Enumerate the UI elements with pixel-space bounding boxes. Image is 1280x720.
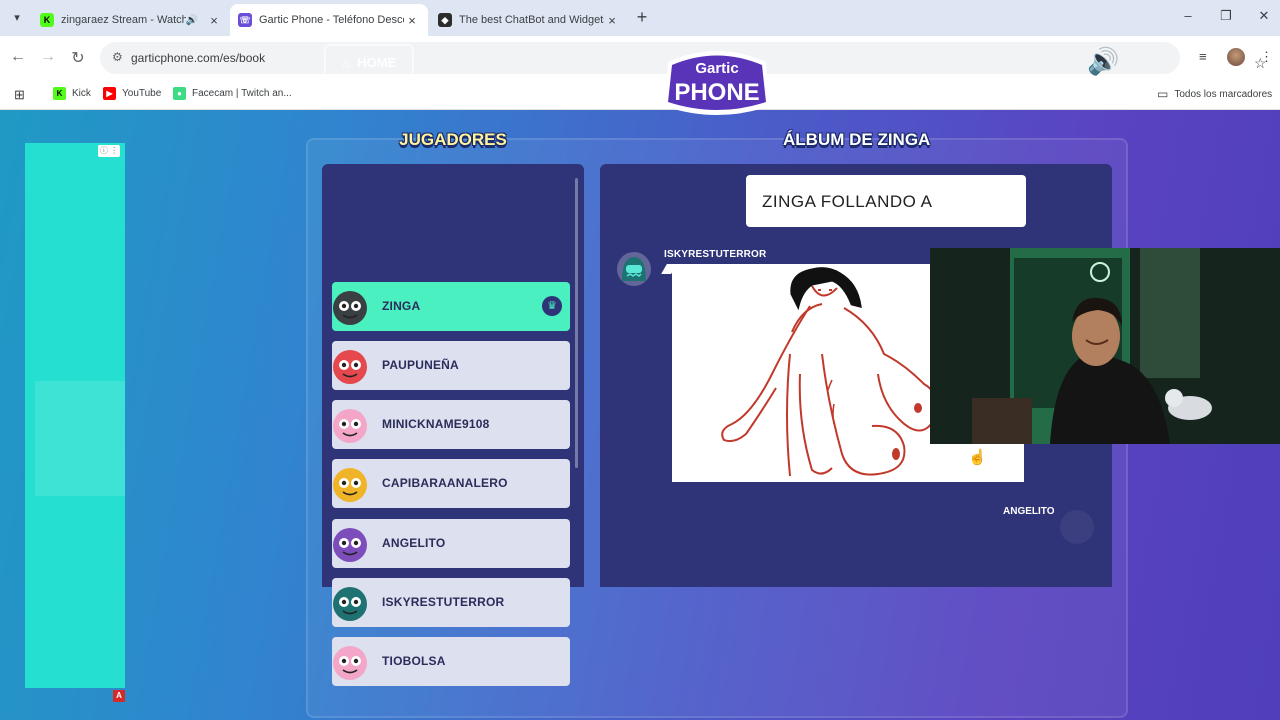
bookmark-facecam[interactable]: ● Facecam | Twitch an... [173, 87, 292, 100]
tab-title: zingaraez Stream - Watch L [61, 14, 186, 26]
players-scrollbar[interactable] [575, 178, 578, 468]
url-text: garticphone.com/es/book [131, 51, 266, 65]
player-row[interactable]: PAUPUNEÑA [332, 341, 570, 390]
player-avatar [333, 646, 367, 680]
player-name: ISKYRESTUTERROR [382, 595, 505, 609]
apps-grid-icon[interactable]: ⊞ [14, 87, 25, 103]
android-icon: ● [173, 87, 186, 100]
home-button[interactable]: ⌂ HOME [324, 44, 414, 81]
reload-icon[interactable]: ↻ [68, 48, 88, 68]
player-row[interactable]: ZINGA ♛ [332, 282, 570, 331]
player-name: MINICKNAME9108 [382, 417, 490, 431]
bookmark-youtube[interactable]: ▶ YouTube [103, 87, 161, 100]
bookmark-label: Facecam | Twitch an... [192, 88, 292, 99]
player-name: ANGELITO [382, 536, 446, 550]
volume-icon[interactable]: 🔊 [1087, 46, 1119, 77]
tab-kick-stream[interactable]: K zingaraez Stream - Watch L 🔊 × [32, 4, 230, 36]
tab-gartic-phone[interactable]: ☏ Gartic Phone - Teléfono Descon × [230, 4, 428, 36]
profile-avatar[interactable] [1227, 48, 1245, 66]
bookmark-label: YouTube [122, 88, 162, 99]
home-label: HOME [357, 55, 397, 70]
album-heading: ÁLBUM DE ZINGA [783, 130, 931, 149]
tab-search-icon[interactable]: ▾ [8, 9, 26, 27]
drawing-author-avatar [617, 252, 651, 286]
tab-title: The best ChatBot and Widgets f [459, 14, 604, 26]
all-bookmarks[interactable]: ▭ Todos los marcadores [1157, 87, 1272, 101]
tab-strip: ▾ K zingaraez Stream - Watch L 🔊 × ☏ Gar… [0, 0, 1280, 36]
player-name: TIOBOLSA [382, 654, 446, 668]
prompt-text-card: ZINGA FOLLANDO A [746, 175, 1026, 227]
speaker-icon[interactable]: 🔊 [186, 15, 198, 26]
bot-icon: ◆ [438, 13, 452, 27]
hand-cursor-icon: ☝ [968, 449, 987, 466]
player-avatar [333, 291, 367, 325]
player-avatar [333, 587, 367, 621]
window-close-icon[interactable]: ✕ [1254, 8, 1274, 24]
crown-icon: ♛ [542, 296, 562, 316]
player-name: PAUPUNEÑA [382, 358, 459, 372]
site-info-icon[interactable]: ⚙ [112, 50, 123, 64]
drawing-author-name: ISKYRESTUTERROR [664, 249, 767, 260]
ad-info-icon[interactable]: ⓘ ⋮ [98, 145, 120, 157]
player-row[interactable]: ANGELITO [332, 519, 570, 568]
player-row[interactable]: CAPIBARAANALERO [332, 459, 570, 508]
player-avatar [333, 409, 367, 443]
bookmark-label: Kick [72, 88, 91, 99]
player-row[interactable]: MINICKNAME9108 [332, 400, 570, 449]
kick-icon: K [53, 87, 66, 100]
next-author-name: ANGELITO [1003, 506, 1055, 517]
gartic-icon: ☏ [238, 13, 252, 27]
player-row[interactable]: TIOBOLSA [332, 637, 570, 686]
streamer-webcam [930, 248, 1280, 444]
kick-icon: K [40, 13, 54, 27]
tab-title: Gartic Phone - Teléfono Descon [259, 14, 404, 26]
player-name: CAPIBARAANALERO [382, 476, 508, 490]
player-row[interactable]: ISKYRESTUTERROR [332, 578, 570, 627]
home-icon: ⌂ [341, 55, 350, 70]
bookmarks-bar: ⊞ K Kick ▶ YouTube ● Facecam | Twitch an… [0, 80, 1280, 110]
back-icon[interactable]: ← [8, 48, 28, 66]
player-name: ZINGA [382, 299, 421, 313]
menu-kebab-icon[interactable]: ⋮ [1260, 49, 1273, 65]
player-avatar [333, 468, 367, 502]
forward-icon[interactable]: → [38, 48, 58, 66]
close-tab-icon[interactable]: × [604, 13, 620, 28]
ad-banner[interactable]: ⓘ ⋮ [25, 143, 125, 688]
logo-line2: PHONE [674, 79, 759, 106]
media-control-icon[interactable]: ≡ [1199, 49, 1207, 64]
gartic-phone-logo: Gartic PHONE [664, 51, 770, 115]
player-avatar [333, 350, 367, 384]
tab-chatbot[interactable]: ◆ The best ChatBot and Widgets f × [430, 4, 628, 36]
folder-icon: ▭ [1157, 87, 1169, 101]
all-bookmarks-label: Todos los marcadores [1174, 88, 1273, 100]
player-avatar [333, 528, 367, 562]
close-tab-icon[interactable]: × [404, 13, 420, 28]
minimize-icon[interactable]: – [1178, 8, 1198, 23]
new-tab-icon[interactable]: + [632, 8, 652, 28]
ad-badge-icon: A [113, 690, 125, 702]
players-heading: JUGADORES [399, 130, 507, 149]
logo-line1: Gartic [695, 60, 738, 77]
youtube-icon: ▶ [103, 87, 116, 100]
address-bar[interactable]: ⚙ garticphone.com/es/book ☆ [100, 42, 1267, 74]
close-tab-icon[interactable]: × [206, 13, 222, 28]
ad-image [35, 381, 125, 496]
bookmark-kick[interactable]: K Kick [53, 87, 91, 100]
next-author-avatar [1060, 510, 1094, 544]
restore-icon[interactable]: ❐ [1216, 8, 1236, 24]
